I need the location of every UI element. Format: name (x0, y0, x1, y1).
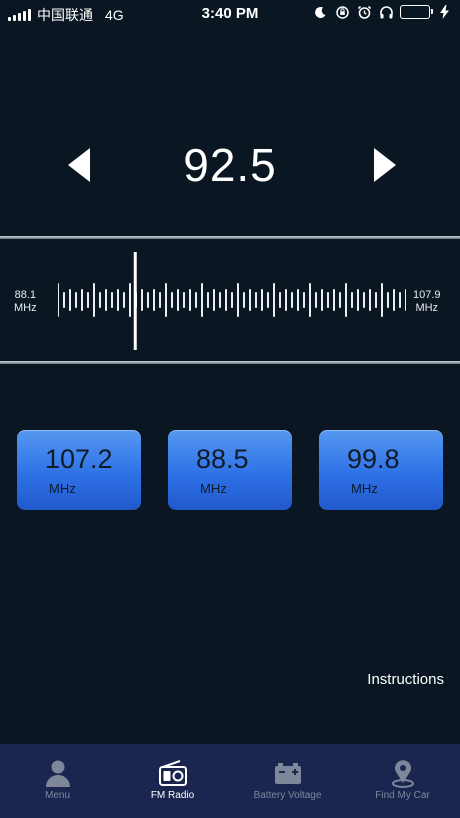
radio-icon (158, 760, 187, 786)
tab-label: FM Radio (150, 790, 195, 801)
tab-label: Find My Car (375, 790, 430, 801)
location-pin-icon (391, 760, 414, 788)
charging-bolt-icon (436, 4, 452, 20)
instructions-link[interactable]: Instructions (367, 671, 444, 688)
preset-frequency: 99.8 (347, 444, 400, 474)
preset-button-2[interactable]: 88.5 MHz (168, 430, 292, 510)
tab-bar: Menu FM Radio Battery Voltage Find My Ca… (0, 744, 460, 818)
preset-unit: MHz (351, 481, 378, 496)
scale-min-label: 88.1 MHz (14, 289, 37, 315)
scale-max-unit: MHz (415, 302, 439, 314)
tab-battery-voltage[interactable]: Battery Voltage (230, 744, 345, 818)
tab-fm-radio[interactable]: FM Radio (115, 744, 230, 818)
battery-status-icon (400, 5, 433, 19)
tuning-ticks[interactable] (58, 240, 406, 360)
preset-button-1[interactable]: 107.2 MHz (17, 430, 141, 510)
preset-frequency: 88.5 (196, 444, 249, 474)
tab-find-my-car[interactable]: Find My Car (345, 744, 460, 818)
rotation-lock-icon (334, 4, 350, 20)
next-station-button[interactable] (364, 147, 400, 183)
preset-unit: MHz (200, 481, 227, 496)
moon-icon (312, 4, 328, 20)
person-icon (45, 760, 70, 787)
scale-min-unit: MHz (14, 302, 37, 314)
tab-menu[interactable]: Menu (0, 744, 115, 818)
alarm-icon (356, 4, 372, 20)
triangle-right-icon (374, 148, 396, 182)
scale-min-value: 88.1 (14, 289, 37, 301)
preset-unit: MHz (49, 481, 76, 496)
scale-max-label: 107.9 MHz (413, 289, 441, 315)
tuning-scale[interactable]: 88.1 MHz 107.9 MHz (0, 240, 460, 360)
headphones-icon (378, 4, 394, 20)
status-right (312, 4, 452, 20)
battery-icon (274, 763, 301, 784)
status-bar: 中国联通 4G 3:40 PM (0, 0, 460, 26)
scale-divider-bottom (0, 361, 460, 364)
preset-frequency: 107.2 (45, 444, 113, 474)
preset-stations: 107.2 MHz 88.5 MHz 99.8 MHz (17, 430, 443, 510)
preset-button-3[interactable]: 99.8 MHz (319, 430, 443, 510)
scale-max-value: 107.9 (413, 289, 441, 301)
frequency-display: 92.5 (0, 130, 460, 200)
tab-label: Battery Voltage (253, 790, 322, 801)
tab-label: Menu (44, 790, 70, 801)
scale-divider-top (0, 236, 460, 239)
